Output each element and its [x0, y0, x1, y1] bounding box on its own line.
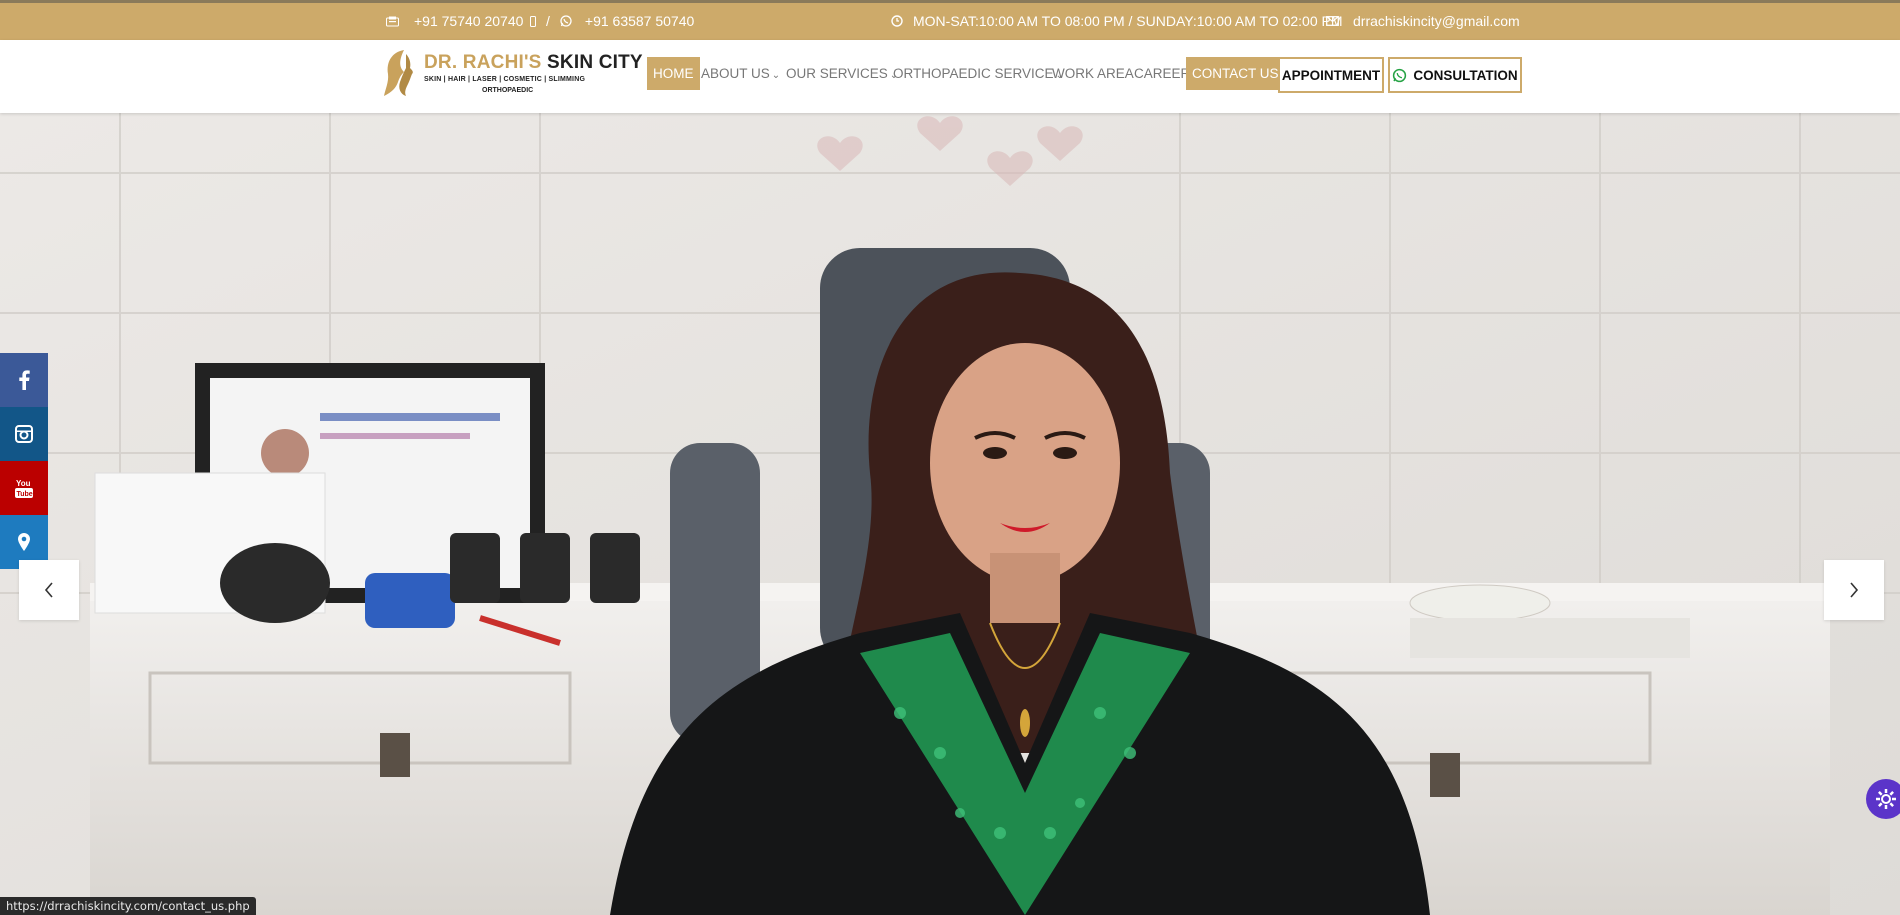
- slider-prev-button[interactable]: [19, 560, 79, 620]
- working-hours: MON-SAT:10:00 AM TO 08:00 PM / SUNDAY:10…: [891, 13, 1343, 29]
- fax-phone-icon: [386, 16, 399, 26]
- consultation-button[interactable]: CONSULTATION: [1388, 57, 1522, 93]
- chevron-down-icon: ⌄: [771, 70, 781, 81]
- nav-contact-us[interactable]: CONTACT US: [1186, 57, 1285, 90]
- facebook-icon: [19, 370, 30, 390]
- location-icon: [18, 533, 30, 551]
- logo-title: DR. RACHI'S SKIN CITY: [424, 52, 643, 73]
- settings-fab-button[interactable]: [1866, 779, 1900, 819]
- whatsapp-icon: [1393, 68, 1407, 82]
- nav-about-us[interactable]: ABOUT US ⌄: [695, 57, 786, 90]
- chevron-left-icon: [44, 582, 53, 598]
- top-info-bar: +91 75740 20740 / +91 63587 50740 MON-SA…: [0, 0, 1900, 40]
- clock-icon: [891, 15, 903, 27]
- gear-icon: [1876, 789, 1896, 809]
- status-bar-url: https://drrachiskincity.com/contact_us.p…: [0, 897, 256, 915]
- slider-next-button[interactable]: [1824, 560, 1884, 620]
- instagram-icon: [15, 425, 33, 443]
- instagram-link[interactable]: [0, 407, 48, 461]
- phone-1[interactable]: +91 75740 20740: [386, 13, 523, 29]
- chevron-right-icon: [1850, 582, 1859, 598]
- whatsapp-icon: [560, 15, 572, 27]
- logo-tagline-ortho: ORTHOPAEDIC: [482, 87, 534, 94]
- email-link[interactable]: drrachiskincity@gmail.com: [1326, 13, 1520, 29]
- appointment-button[interactable]: APPOINTMENT: [1278, 57, 1384, 93]
- phone-2[interactable]: / +91 63587 50740: [530, 13, 694, 29]
- logo-tagline: SKIN | HAIR | LASER | COSMETIC | SLIMMIN…: [424, 76, 586, 83]
- hero-slider: You Tube: [0, 113, 1900, 915]
- nav-work-area[interactable]: WORK AREA: [1046, 57, 1140, 90]
- youtube-link[interactable]: You Tube: [0, 461, 48, 515]
- doctor-clinic-photo: [0, 113, 1900, 915]
- svg-text:Tube: Tube: [17, 491, 33, 498]
- svg-text:You: You: [16, 479, 31, 488]
- youtube-icon: You Tube: [15, 479, 33, 498]
- nav-home[interactable]: HOME: [647, 57, 700, 90]
- facebook-link[interactable]: [0, 353, 48, 407]
- nav-our-services[interactable]: OUR SERVICES ⌄: [780, 57, 904, 90]
- mobile-icon: [530, 15, 536, 27]
- site-logo[interactable]: DR. RACHI'S SKIN CITY SKIN | HAIR | LASE…: [382, 48, 643, 100]
- envelope-icon: [1326, 16, 1339, 26]
- main-header: DR. RACHI'S SKIN CITY SKIN | HAIR | LASE…: [0, 40, 1900, 113]
- woman-silhouette-logo-icon: [384, 50, 413, 96]
- separator: /: [546, 13, 550, 29]
- nav-orthopaedic-service[interactable]: ORTHOPAEDIC SERVICE ⌄: [887, 57, 1070, 90]
